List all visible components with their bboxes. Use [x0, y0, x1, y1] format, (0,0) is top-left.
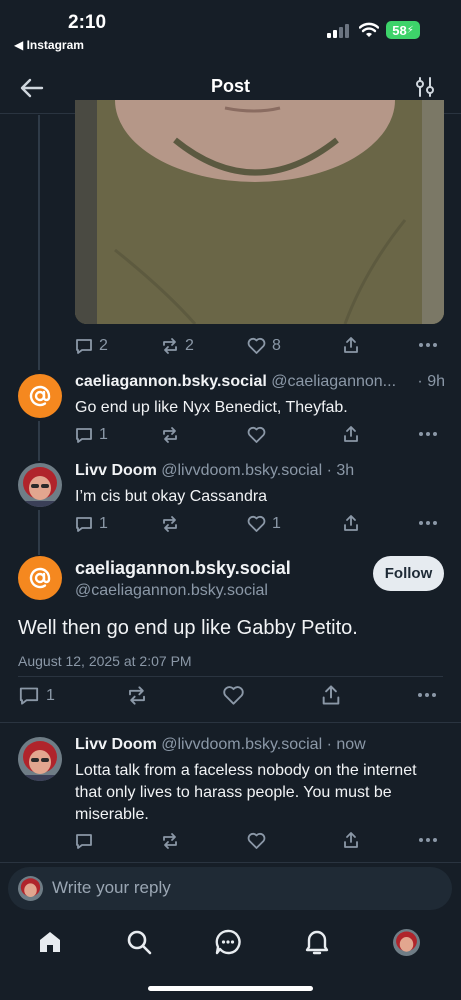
- reply-button[interactable]: 2: [75, 337, 108, 355]
- divider: [0, 862, 461, 863]
- more-icon[interactable]: [418, 426, 438, 442]
- post-text: Go end up like Nyx Benedict, Theyfab.: [75, 399, 348, 416]
- post-text: I’m cis but okay Cassandra: [75, 488, 268, 505]
- profile-avatar[interactable]: [393, 929, 420, 956]
- heart-icon[interactable]: [222, 685, 245, 706]
- share-icon[interactable]: [320, 684, 342, 706]
- thread-line: [38, 421, 40, 461]
- home-icon[interactable]: [37, 929, 63, 955]
- search-icon[interactable]: [126, 929, 152, 955]
- at-sign-icon: [29, 567, 51, 589]
- share-icon[interactable]: [342, 336, 360, 354]
- more-icon[interactable]: [418, 832, 438, 848]
- author-handle[interactable]: @livvdoom.bsky.social: [161, 462, 322, 479]
- reply-count: 1: [46, 686, 55, 704]
- reply-count: 1: [99, 515, 108, 532]
- avatar: [18, 876, 43, 901]
- reply-icon: [76, 517, 92, 532]
- reply-button[interactable]: 1: [18, 685, 55, 706]
- share-icon[interactable]: [342, 425, 360, 443]
- chat-icon[interactable]: [215, 929, 241, 955]
- repost-icon[interactable]: [161, 832, 179, 850]
- repost-button[interactable]: 2: [161, 337, 194, 355]
- share-icon[interactable]: [342, 514, 360, 532]
- reply-icon: [76, 339, 92, 354]
- back-to-app-link[interactable]: ◀ Instagram: [14, 38, 84, 52]
- repost-icon[interactable]: [161, 515, 179, 533]
- author-name[interactable]: caeliagannon.bsky.social: [75, 558, 291, 579]
- battery-level: 58: [392, 22, 407, 38]
- share-icon[interactable]: [342, 831, 360, 849]
- post-time: · 9h: [413, 373, 445, 391]
- reply-meta: Livv Doom @livvdoom.bsky.social · 3h: [75, 462, 445, 480]
- divider: [18, 676, 443, 677]
- divider: [0, 722, 461, 723]
- post-time: · 3h: [326, 462, 355, 479]
- tune-icon[interactable]: [414, 76, 436, 98]
- repost-icon: [163, 338, 177, 354]
- repost-count: 2: [185, 337, 194, 354]
- reply-meta: Livv Doom @livvdoom.bsky.social · now: [75, 736, 445, 754]
- reply-icon: [76, 428, 92, 443]
- author-handle[interactable]: @livvdoom.bsky.social: [161, 736, 322, 753]
- like-count: 1: [272, 515, 281, 532]
- main-post-text: Well then go end up like Gabby Petito.: [18, 617, 358, 639]
- heart-icon: [247, 515, 266, 532]
- reply-count: 2: [99, 337, 108, 354]
- like-button[interactable]: 1: [247, 515, 281, 533]
- page-title: Post: [210, 76, 250, 96]
- more-icon[interactable]: [418, 515, 438, 531]
- avatar[interactable]: [18, 556, 62, 600]
- follow-button[interactable]: Follow: [373, 556, 444, 591]
- avatar[interactable]: [18, 463, 62, 507]
- post-text: Lotta talk from a faceless nobody on the…: [75, 762, 417, 823]
- more-icon[interactable]: [418, 337, 438, 353]
- reply-button[interactable]: 1: [75, 426, 108, 444]
- wifi-icon: [359, 22, 379, 37]
- post-time: · now: [326, 736, 366, 753]
- reply-icon: [19, 687, 39, 705]
- reply-icon[interactable]: [75, 832, 93, 850]
- reply-placeholder[interactable]: Write your reply: [52, 878, 171, 898]
- repost-icon[interactable]: [161, 426, 179, 444]
- thread-line: [38, 510, 40, 555]
- avatar[interactable]: [18, 374, 62, 418]
- author-name[interactable]: Livv Doom: [75, 736, 157, 753]
- more-icon[interactable]: [415, 687, 439, 703]
- author-handle[interactable]: @caeliagannon.bsky.social: [75, 582, 268, 600]
- battery-indicator: 58 ⚡: [386, 21, 420, 39]
- post-timestamp: August 12, 2025 at 2:07 PM: [18, 653, 192, 669]
- like-count: 8: [272, 337, 281, 354]
- author-name[interactable]: Livv Doom: [75, 462, 157, 479]
- author-name[interactable]: caeliagannon.bsky.social: [75, 373, 267, 390]
- reply-button[interactable]: 1: [75, 515, 108, 533]
- reply-meta: caeliagannon.bsky.social @caeliagannon..…: [75, 373, 445, 391]
- like-button[interactable]: 8: [247, 337, 281, 355]
- repost-icon[interactable]: [126, 685, 148, 706]
- heart-icon[interactable]: [247, 426, 266, 444]
- avatar[interactable]: [18, 737, 62, 781]
- at-sign-icon: [29, 385, 51, 407]
- post-image[interactable]: [75, 100, 444, 324]
- home-indicator: [148, 986, 313, 991]
- thread-line: [38, 115, 40, 370]
- signal-icon: [327, 24, 351, 38]
- status-time: 2:10: [68, 12, 107, 33]
- author-handle[interactable]: @caeliagannon...: [271, 373, 396, 390]
- heart-icon: [247, 337, 266, 354]
- reply-count: 1: [99, 426, 108, 443]
- heart-icon[interactable]: [247, 832, 266, 850]
- bell-icon[interactable]: [304, 928, 330, 956]
